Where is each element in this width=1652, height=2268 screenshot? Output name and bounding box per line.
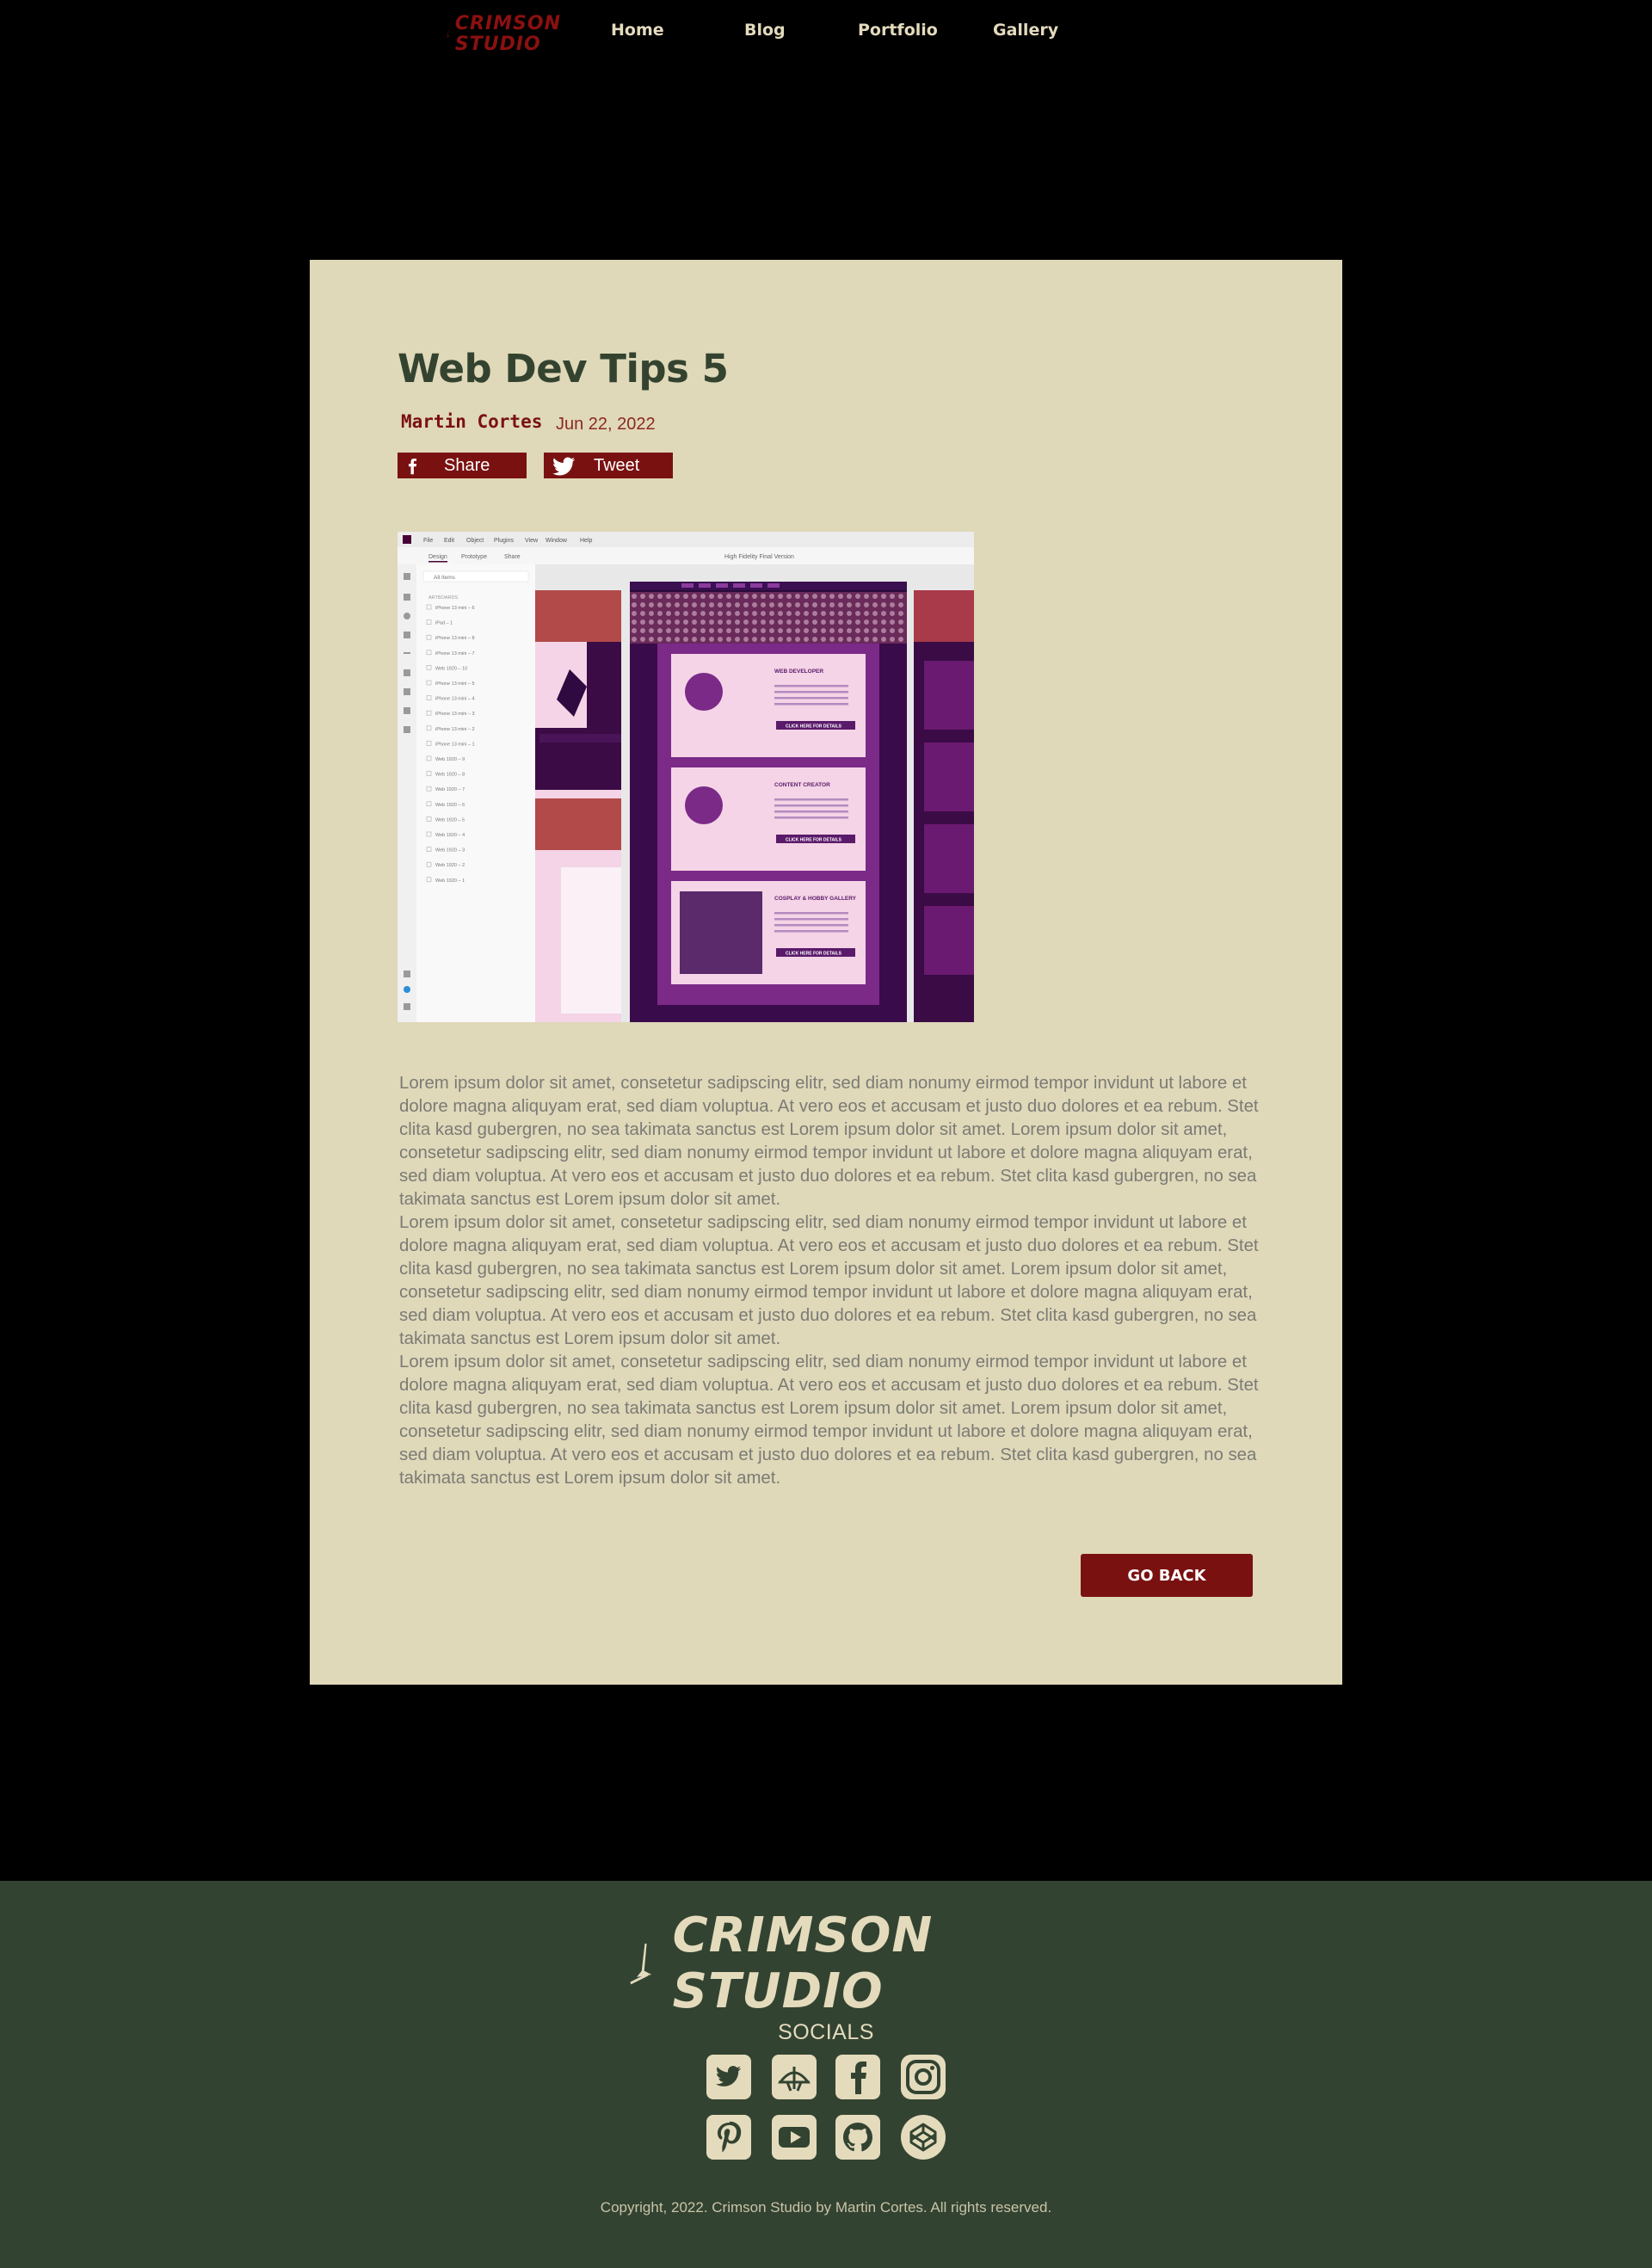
menu-object: Object: [466, 538, 484, 544]
artboard-layer: Web 1920 – 10: [435, 666, 467, 671]
menu-file: File: [423, 538, 433, 544]
post-author[interactable]: Martin Cortes: [401, 411, 542, 432]
paragraph-2: Lorem ipsum dolor sit amet, consetetur s…: [399, 1213, 1259, 1348]
post-hero-image: File Edit Object Plugins View Window Hel…: [398, 532, 974, 1022]
menu-edit: Edit: [444, 538, 454, 544]
artboards-group: ARTBOARDS: [428, 595, 458, 601]
hero-card-text-line: [774, 810, 848, 813]
hero-card-title: CONTENT CREATOR: [774, 782, 830, 788]
site-footer: CRIMSON STUDIO SOCIALS Copyright, 2022. …: [0, 1881, 1652, 2268]
hero-service-card: WEB DEVELOPER CLICK HERE FOR DETAILS: [671, 654, 866, 757]
hero-card-text-line: [774, 817, 848, 819]
dev-icon[interactable]: [772, 2055, 817, 2099]
artboard-layer: iPhone 13 mini – 4: [435, 697, 475, 702]
hero-service-card: CONTENT CREATOR CLICK HERE FOR DETAILS: [671, 767, 866, 871]
pinterest-icon[interactable]: [706, 2115, 751, 2160]
logo-line-2: STUDIO: [454, 34, 541, 55]
artboard-layer: iPhone 13 mini – 8: [435, 636, 475, 641]
facebook-f-icon: [409, 459, 417, 475]
artboard-layer: iPhone 13 mini – 1: [435, 742, 475, 747]
hero-card-text-line: [774, 691, 848, 693]
twitter-bird-icon: [552, 457, 576, 476]
artboard-layer: iPhone 13 mini – 2: [435, 727, 475, 732]
hero-card-text-line: [774, 930, 848, 933]
footer-logo-text: CRIMSON STUDIO: [672, 1907, 934, 2019]
post-card: Web Dev Tips 5 Martin Cortes Jun 22, 202…: [310, 260, 1342, 1685]
facebook-icon[interactable]: [835, 2055, 880, 2099]
hero-card-text-line: [774, 685, 848, 687]
hero-card-text-line: [774, 703, 848, 706]
hero-card-media: [680, 891, 762, 974]
footer-brand-logo[interactable]: CRIMSON STUDIO: [628, 1907, 1024, 2019]
artboard-layer: iPhone 13 mini – 6: [435, 606, 475, 611]
menu-plugins: Plugins: [494, 538, 514, 544]
instagram-icon[interactable]: [901, 2055, 946, 2099]
hero-card-icon: [685, 786, 723, 824]
tweet-label: Tweet: [594, 455, 640, 475]
brand-logo[interactable]: CRIMSON STUDIO: [446, 10, 561, 59]
artboard-layer: Web 1920 – 4: [435, 833, 465, 838]
share-label: Share: [444, 455, 490, 475]
nav-portfolio[interactable]: Portfolio: [858, 21, 938, 40]
paragraph-3: Lorem ipsum dolor sit amet, consetetur s…: [399, 1353, 1259, 1488]
hero-card-text-line: [774, 697, 848, 700]
blade-logo-icon: [446, 31, 450, 38]
post-date: Jun 22, 2022: [556, 415, 656, 434]
blade-logo-icon: [630, 1943, 652, 1985]
hero-card-button-label: CLICK HERE FOR DETAILS: [786, 952, 842, 957]
artboard-layer: Web 1920 – 8: [435, 773, 465, 778]
tab-design: Design: [428, 554, 447, 560]
artboard-layer: iPhone 13 mini – 7: [435, 651, 475, 656]
artboard-layer: Web 1920 – 7: [435, 787, 465, 792]
hero-card-button-label: CLICK HERE FOR DETAILS: [786, 838, 842, 843]
youtube-icon[interactable]: [772, 2115, 817, 2160]
hero-card-text-line: [774, 798, 848, 801]
github-icon[interactable]: [835, 2115, 880, 2160]
artboard-layer: Web 1920 – 2: [435, 863, 465, 868]
logo-line-1: CRIMSON: [454, 13, 561, 34]
artboard-layer: Web 1920 – 1: [435, 878, 465, 884]
hero-card-text-line: [774, 804, 848, 807]
hero-card-title: WEB DEVELOPER: [774, 669, 823, 675]
hero-card-icon: [685, 673, 723, 711]
hero-card-text-line: [774, 918, 848, 921]
artboard-layer: iPhone 13 mini – 5: [435, 681, 475, 687]
nav-home[interactable]: Home: [611, 21, 664, 40]
artboard-layer: iPhone 13 mini – 3: [435, 712, 475, 717]
post-body: Lorem ipsum dolor sit amet, consetetur s…: [399, 1072, 1260, 1490]
paragraph-1: Lorem ipsum dolor sit amet, consetetur s…: [399, 1074, 1259, 1209]
nav-gallery[interactable]: Gallery: [993, 21, 1058, 40]
post-title: Web Dev Tips 5: [398, 346, 729, 391]
tab-share: Share: [504, 554, 521, 560]
menu-help: Help: [580, 538, 593, 544]
nav-blog[interactable]: Blog: [744, 21, 786, 40]
tab-prototype: Prototype: [461, 554, 487, 560]
twitter-icon[interactable]: [706, 2055, 751, 2099]
design-tool-screenshot: File Edit Object Plugins View Window Hel…: [398, 532, 974, 1022]
layers-search: All Items: [434, 575, 456, 581]
hero-card-button-label: CLICK HERE FOR DETAILS: [786, 724, 842, 730]
hero-service-card: COSPLAY & HOBBY GALLERY CLICK HERE FOR DE…: [671, 881, 866, 984]
facebook-share-button[interactable]: Share: [398, 453, 527, 478]
hero-card-title: COSPLAY & HOBBY GALLERY: [774, 896, 857, 902]
go-back-button[interactable]: GO BACK: [1081, 1554, 1253, 1597]
menu-view: View: [525, 538, 539, 544]
twitter-tweet-button[interactable]: Tweet: [544, 453, 673, 478]
hero-card-text-line: [774, 924, 848, 927]
top-nav: CRIMSON STUDIO Home Blog Portfolio Galle…: [0, 0, 1652, 65]
artboard-layer: Web 1920 – 9: [435, 757, 465, 762]
hero-card-text-line: [774, 912, 848, 915]
socials-heading: SOCIALS: [778, 2020, 874, 2044]
doc-title: High Fidelity Final Version: [724, 554, 794, 560]
artboard-layer: Web 1920 – 6: [435, 803, 465, 808]
copyright-text: Copyright, 2022. Crimson Studio by Marti…: [600, 2199, 1052, 2216]
artboard-layer: Web 1920 – 5: [435, 817, 465, 823]
menu-window: Window: [546, 538, 568, 544]
artboard-layer: iPad – 1: [435, 621, 453, 626]
artboard-layer: Web 1920 – 3: [435, 848, 465, 854]
codepen-icon[interactable]: [901, 2115, 946, 2160]
